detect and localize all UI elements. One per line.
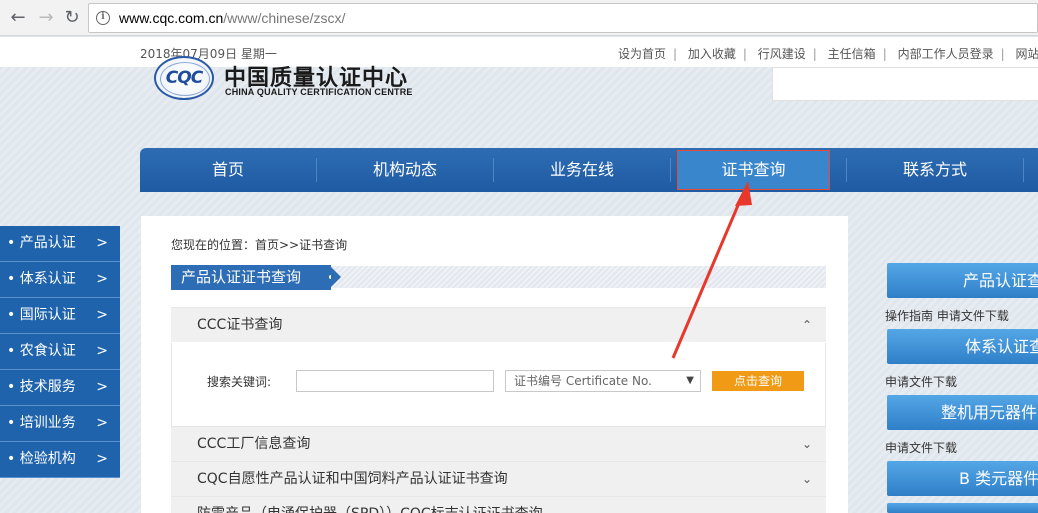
url-text: www.cqc.com.cn/www/chinese/zscx/ — [119, 10, 346, 26]
back-icon[interactable]: ← — [6, 6, 30, 30]
ccc-search-form: 搜索关键词: 证书编号 Certificate No. ▼ 点击查询 — [171, 343, 826, 426]
chevron-right-icon: > — [96, 343, 108, 359]
breadcrumb: 您现在的位置：首页>>证书查询 — [171, 238, 348, 252]
search-type-select[interactable]: 证书编号 Certificate No. ▼ — [505, 370, 701, 392]
chevron-right-icon: > — [96, 271, 108, 287]
chevron-down-icon: ⌄ — [801, 472, 812, 486]
section-title: 产品认证证书查询 — [171, 265, 341, 290]
chevron-right-icon: > — [96, 451, 108, 467]
main-nav: 首页 机构动态 业务在线 证书查询 联系方式 — [140, 148, 1038, 192]
chevron-down-icon: ⌄ — [801, 437, 812, 451]
chevron-right-icon: > — [96, 415, 108, 431]
top-links: 设为首页 | 加入收藏 | 行风建设 | 主任信箱 | 内部工作人员登录 | 网站 — [618, 47, 1038, 61]
chevron-right-icon: > — [96, 379, 108, 395]
left-menu-item-product-cert[interactable]: • 产品认证 > — [0, 226, 120, 262]
right-button-product-cert[interactable]: 产品认证查 — [887, 263, 1038, 298]
left-menu-item-system-cert[interactable]: • 体系认证 > — [0, 262, 120, 298]
link-staff-login[interactable]: 内部工作人员登录 — [898, 47, 994, 61]
search-keyword-label: 搜索关键词: — [207, 375, 272, 389]
accordion-cqc-voluntary[interactable]: CQC自愿性产品认证和中国饲料产品认证证书查询 ⌄ — [171, 461, 826, 496]
info-icon[interactable]: i — [96, 11, 110, 25]
right-button-components[interactable]: 整机用元器件 — [887, 395, 1038, 430]
right-link-download[interactable]: 申请文件下载 — [885, 439, 957, 456]
query-button[interactable]: 点击查询 — [712, 371, 804, 391]
address-bar[interactable]: i www.cqc.com.cn/www/chinese/zscx/ — [88, 3, 1038, 33]
nav-home[interactable]: 首页 — [140, 148, 316, 192]
left-menu-item-tech-service[interactable]: • 技术服务 > — [0, 370, 120, 406]
nav-certificate-query[interactable]: 证书查询 — [677, 150, 830, 190]
reload-icon[interactable]: ↻ — [60, 6, 84, 30]
nav-contact[interactable]: 联系方式 — [847, 148, 1023, 192]
keyword-input[interactable] — [296, 370, 494, 392]
chevron-up-icon: ⌃ — [801, 318, 812, 332]
nav-news[interactable]: 机构动态 — [317, 148, 493, 192]
chevron-right-icon: > — [96, 307, 108, 323]
left-menu: • 产品认证 > • 体系认证 > • 国际认证 > • 农食认证 > • 技术服务 > … — [0, 226, 120, 478]
accordion-ccc-certificate[interactable]: CCC证书查询 ⌃ — [171, 307, 826, 342]
left-menu-item-agri-food-cert[interactable]: • 农食认证 > — [0, 334, 120, 370]
browser-chrome: ← → ↻ i www.cqc.com.cn/www/chinese/zscx/ — [0, 0, 1038, 36]
right-button-partial[interactable] — [887, 503, 1038, 513]
link-set-home[interactable]: 设为首页 — [618, 47, 666, 61]
right-button-b-components[interactable]: B 类元器件 — [887, 461, 1038, 496]
top-bar: 2018年07月09日 星期一 设为首页 | 加入收藏 | 行风建设 | 主任信箱 | … — [0, 37, 1038, 67]
nav-divider — [1023, 158, 1024, 182]
cqc-logo-emblem[interactable]: CQC — [154, 56, 214, 100]
nav-business[interactable]: 业务在线 — [494, 148, 670, 192]
accordion-spd[interactable]: 防雷产品（电涌保护器（SPD））CQC标志认证证书查询 ⌄ — [171, 496, 826, 513]
link-site[interactable]: 网站 — [1015, 47, 1038, 61]
link-conduct[interactable]: 行风建设 — [758, 47, 806, 61]
right-links-guide[interactable]: 操作指南 申请文件下载 — [885, 307, 1009, 324]
link-director-mailbox[interactable]: 主任信箱 — [828, 47, 876, 61]
left-menu-item-inspection[interactable]: • 检验机构 > — [0, 442, 120, 478]
nav-divider — [670, 158, 671, 182]
chevron-down-icon: ⌄ — [802, 497, 812, 513]
right-button-system-cert[interactable]: 体系认证查 — [887, 329, 1038, 364]
left-menu-item-training[interactable]: • 培训业务 > — [0, 406, 120, 442]
caret-down-icon: ▼ — [686, 375, 694, 386]
logo-name-en: CHINA QUALITY CERTIFICATION CENTRE — [225, 87, 413, 97]
forward-icon[interactable]: → — [34, 6, 58, 30]
right-link-download[interactable]: 申请文件下载 — [885, 373, 957, 390]
content-panel: 您现在的位置：首页>>证书查询 产品认证证书查询 CCC证书查询 ⌃ 搜索关键词… — [141, 216, 848, 513]
accordion-ccc-factory[interactable]: CCC工厂信息查询 ⌄ — [171, 426, 826, 461]
link-add-favorite[interactable]: 加入收藏 — [688, 47, 736, 61]
site-search-input[interactable] — [772, 67, 1038, 101]
chevron-right-icon: > — [96, 235, 108, 251]
left-menu-item-intl-cert[interactable]: • 国际认证 > — [0, 298, 120, 334]
